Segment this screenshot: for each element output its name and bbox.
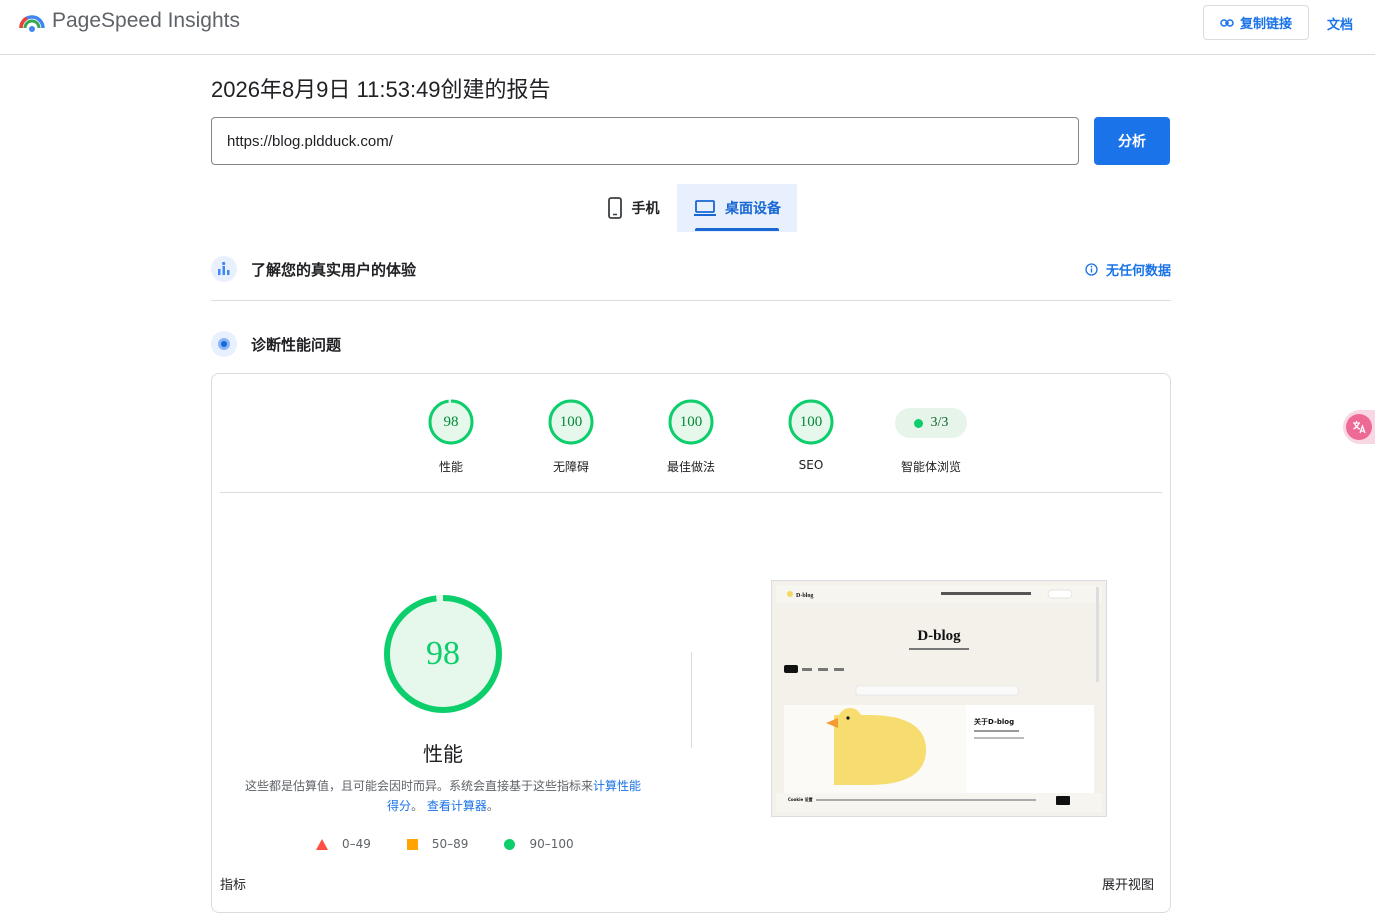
gauge-accessibility[interactable]: 100 无障碍: [531, 398, 611, 475]
gauge-agent-browsing[interactable]: 3/3 智能体浏览: [891, 398, 971, 475]
tab-desktop-label: 桌面设备: [725, 201, 781, 217]
pagespeed-logo-icon[interactable]: [18, 8, 46, 36]
vertical-divider: [691, 652, 692, 748]
screenshot-image: D-blog D-blog 关于D-blog Cookie 设置: [776, 585, 1102, 812]
legend-average: 50–89: [406, 837, 469, 851]
expand-view-toggle[interactable]: 展开视图: [1102, 874, 1154, 893]
no-data-link[interactable]: 无任何数据: [1085, 260, 1171, 279]
phone-icon: [607, 197, 622, 219]
screenshot-cookie-text: Cookie 设置: [788, 796, 813, 802]
desc-end: 。: [486, 799, 499, 813]
legend-fail: 0–49: [316, 837, 371, 851]
app-title[interactable]: PageSpeed Insights: [52, 9, 240, 33]
no-data-label: 无任何数据: [1105, 263, 1171, 279]
section-divider: [211, 300, 1171, 301]
legend-average-label: 50–89: [431, 837, 469, 851]
report-title: 2026年8月9日 11:53:49创建的报告: [211, 77, 551, 102]
gauge-label: 最佳做法: [666, 460, 715, 474]
diagnose-section-header: 诊断性能问题: [211, 331, 1171, 357]
crux-section-header: 了解您的真实用户的体验 无任何数据: [211, 256, 1171, 282]
gauge-seo[interactable]: 100 SEO: [771, 398, 851, 472]
gauge-score: 100: [559, 414, 583, 430]
agent-pill: 3/3: [895, 408, 967, 438]
active-tab-indicator: [695, 228, 779, 231]
performance-label: 性能: [423, 742, 463, 766]
url-input[interactable]: [211, 117, 1079, 165]
legend-pass-label: 90–100: [529, 837, 574, 851]
crux-title: 了解您的真实用户的体验: [251, 260, 417, 279]
legend-pass: 90–100: [504, 837, 574, 851]
gauge-score: 100: [799, 414, 823, 430]
performance-score: 98: [426, 635, 460, 672]
screenshot-site-name: D-blog: [796, 593, 813, 599]
gauge-performance[interactable]: 98 性能: [411, 398, 491, 475]
gauge-label: 无障碍: [552, 460, 589, 474]
triangle-icon: [316, 838, 328, 850]
square-icon: [406, 838, 418, 850]
translate-widget[interactable]: [1343, 410, 1375, 444]
metrics-label: 指标: [220, 878, 247, 893]
category-gauges: 98 性能 100 无障碍 100 最佳做法 100 SEO 3/3 智能体浏览: [212, 374, 1170, 492]
users-chart-icon: [211, 256, 237, 282]
legend-fail-label: 0–49: [342, 837, 371, 851]
link-icon: [1220, 18, 1234, 27]
copy-link-label: 复制链接: [1239, 17, 1292, 32]
score-legend: 0–49 50–89 90–100: [316, 837, 610, 851]
page-screenshot[interactable]: D-blog D-blog 关于D-blog Cookie 设置: [771, 580, 1107, 817]
gauge-label: 智能体浏览: [900, 460, 961, 474]
gauges-divider: [220, 492, 1162, 493]
circle-icon: [504, 838, 516, 850]
screenshot-hero-title: D-blog: [917, 628, 961, 644]
gauge-best-practices[interactable]: 100 最佳做法: [651, 398, 731, 475]
calculator-link[interactable]: 查看计算器: [427, 799, 487, 813]
info-icon: [1085, 262, 1098, 276]
top-bar: PageSpeed Insights 复制链接 文档: [0, 0, 1375, 55]
analyze-button[interactable]: 分析: [1094, 117, 1170, 165]
gauge-label: 性能: [438, 460, 463, 474]
translate-icon: [1346, 414, 1372, 440]
performance-description: 这些都是估算值，且可能会因时而异。系统会直接基于这些指标来计算性能得分。 查看计…: [240, 776, 646, 816]
copy-link-button[interactable]: 复制链接: [1203, 5, 1309, 40]
desc-text: 这些都是估算值，且可能会因时而异。系统会直接基于这些指标来: [244, 779, 593, 793]
gauge-score: 100: [679, 414, 703, 430]
pass-dot-icon: [913, 418, 923, 428]
diagnose-title: 诊断性能问题: [251, 335, 342, 354]
screenshot-post-title: 关于D-blog: [974, 717, 1014, 726]
laptop-icon: [694, 200, 716, 216]
gauge-score: 98: [443, 414, 459, 430]
lighthouse-report-card: 98 性能 100 无障碍 100 最佳做法 100 SEO 3/3 智能体浏览…: [211, 373, 1171, 913]
tab-desktop[interactable]: 桌面设备: [677, 184, 797, 232]
desc-sep: 。: [411, 799, 424, 813]
tab-mobile[interactable]: 手机: [590, 184, 677, 232]
gauge-label: SEO: [798, 458, 824, 472]
tab-mobile-label: 手机: [631, 201, 660, 217]
agent-value: 3/3: [930, 415, 949, 430]
docs-link[interactable]: 文档: [1327, 14, 1353, 33]
lighthouse-icon: [211, 331, 237, 357]
